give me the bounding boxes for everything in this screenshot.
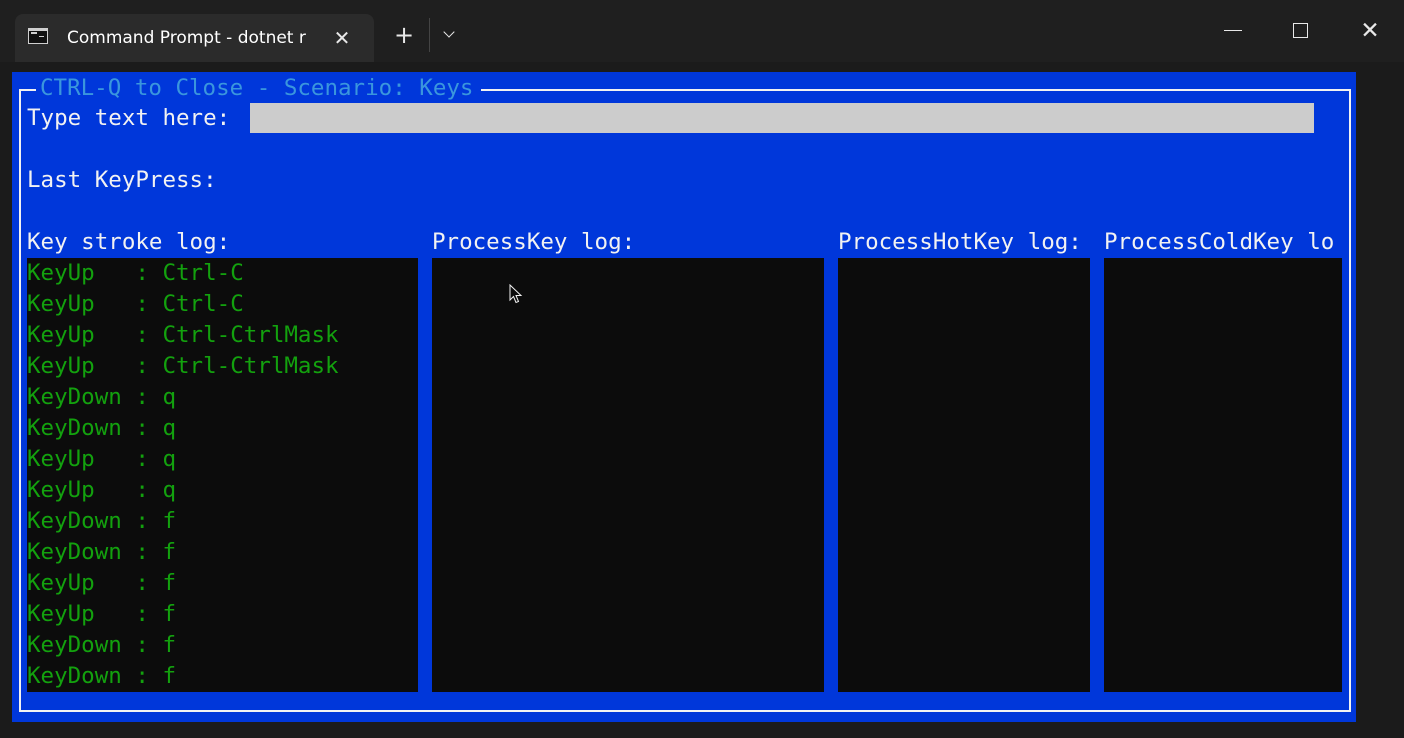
terminal-icon bbox=[28, 28, 48, 44]
keystroke-log-label: Key stroke log: bbox=[27, 229, 231, 255]
processhotkey-log-label: ProcessHotKey log: bbox=[838, 229, 1082, 255]
log-line: KeyUp : q bbox=[27, 477, 177, 503]
new-tab-button[interactable]: + bbox=[390, 20, 418, 50]
log-line: KeyDown : q bbox=[27, 415, 177, 441]
close-icon[interactable]: ✕ bbox=[328, 24, 356, 52]
log-line: KeyUp : f bbox=[27, 570, 177, 596]
log-line: KeyDown : f bbox=[27, 663, 177, 689]
last-keypress-label: Last KeyPress: bbox=[27, 167, 217, 193]
log-line: KeyUp : q bbox=[27, 446, 177, 472]
minimize-button[interactable] bbox=[1212, 14, 1252, 48]
tab-title: Command Prompt - dotnet r bbox=[67, 28, 306, 48]
log-line: KeyUp : Ctrl-C bbox=[27, 260, 244, 286]
tab-command-prompt[interactable]: Command Prompt - dotnet r ✕ bbox=[15, 14, 374, 62]
terminal-area[interactable]: CTRL-Q to Close - Scenario: Keys Type te… bbox=[12, 72, 1356, 722]
chevron-down-icon[interactable] bbox=[440, 22, 462, 48]
log-line: KeyDown : f bbox=[27, 539, 177, 565]
log-line: KeyDown : q bbox=[27, 384, 177, 410]
tab-separator bbox=[429, 18, 430, 52]
processcoldkey-log[interactable] bbox=[1104, 258, 1342, 692]
keystroke-log[interactable]: KeyUp : Ctrl-C KeyUp : Ctrl-C KeyUp : Ct… bbox=[27, 258, 418, 692]
processkey-log-label: ProcessKey log: bbox=[432, 229, 636, 255]
log-line: KeyUp : Ctrl-C bbox=[27, 291, 244, 317]
log-line: KeyUp : f bbox=[27, 601, 177, 627]
log-line: KeyDown : f bbox=[27, 508, 177, 534]
window-title: CTRL-Q to Close - Scenario: Keys bbox=[36, 73, 482, 103]
title-bar: Command Prompt - dotnet r ✕ + ✕ bbox=[0, 0, 1404, 62]
log-line: KeyDown : f bbox=[27, 632, 177, 658]
log-line: KeyUp : Ctrl-CtrlMask bbox=[27, 322, 339, 348]
processkey-log[interactable] bbox=[432, 258, 824, 692]
log-line: KeyUp : Ctrl-CtrlMask bbox=[27, 353, 339, 379]
maximize-button[interactable] bbox=[1280, 14, 1320, 48]
mouse-pointer-icon bbox=[509, 284, 523, 304]
close-window-button[interactable]: ✕ bbox=[1350, 14, 1390, 48]
processcoldkey-log-label: ProcessColdKey lo bbox=[1104, 229, 1335, 255]
text-input[interactable] bbox=[250, 103, 1314, 133]
processhotkey-log[interactable] bbox=[838, 258, 1090, 692]
input-label: Type text here: bbox=[27, 105, 231, 131]
